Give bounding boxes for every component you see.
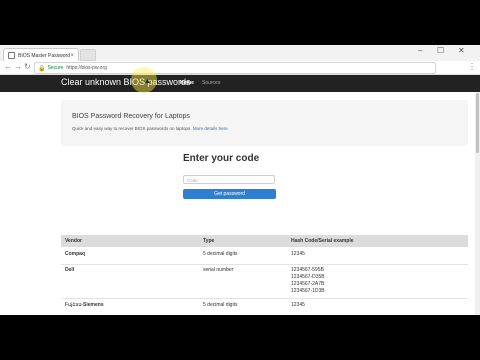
watermark-line3: MATIC — [66, 301, 82, 307]
close-tab-icon[interactable]: × — [70, 53, 74, 59]
table-cell-vendor: Compaq — [65, 251, 85, 257]
row-divider — [61, 298, 468, 299]
header-type: Type — [203, 238, 215, 244]
get-password-button[interactable]: Get password — [183, 189, 276, 199]
maximize-icon[interactable]: ☐ — [437, 46, 444, 55]
new-tab-button[interactable] — [80, 49, 96, 61]
address-bar[interactable]: 🔒 Secure https://bios-pw.org — [34, 62, 436, 74]
url-text: https://bios-pw.org — [66, 65, 107, 71]
table-header: Vendor Type Hash Code/Serial example — [61, 235, 468, 247]
hero-text: Quick and easy way to recover BIOS passw… — [72, 126, 192, 131]
site-brand[interactable]: Clear unknown BIOS passwords — [61, 77, 191, 87]
browser-toolbar: ← → ↻ 🔒 Secure https://bios-pw.org ⋮ — [0, 61, 480, 75]
row-divider — [61, 264, 468, 265]
page-icon — [8, 52, 15, 59]
table-cell-vendor: Dell — [65, 267, 75, 273]
form-title: Enter your code — [183, 153, 260, 164]
hero-title: BIOS Password Recovery for Laptops — [72, 113, 190, 120]
code-input[interactable]: Code — [183, 175, 275, 184]
browser-menu-icon[interactable]: ⋮ — [468, 62, 476, 71]
table-cell-example: 1234567-595B — [291, 267, 324, 273]
watermark-line2: SCREENCAST — [4, 299, 58, 306]
table-cell-example: 1234567-D35B — [291, 274, 325, 280]
tab-strip: BIOS Master Password G × – ☐ ✕ — [0, 45, 480, 62]
mouse-cursor-icon: ▲ — [144, 78, 151, 85]
table-cell-example: 12345 — [291, 302, 305, 308]
browser-tab[interactable]: BIOS Master Password G × — [3, 48, 79, 62]
table-cell-example: 1234567-2A7B — [291, 281, 325, 287]
table-cell-example: 1234567-1D3B — [291, 288, 325, 294]
nav-home[interactable]: Home — [180, 80, 194, 86]
table-cell-type: 5 decimal digits — [203, 302, 238, 308]
header-vendor: Vendor — [65, 238, 82, 244]
more-details-link[interactable]: More details here. — [193, 126, 229, 131]
hero-panel: BIOS Password Recovery for Laptops Quick… — [61, 100, 468, 146]
watermark-line1: Recorded with — [4, 292, 36, 298]
hero-description: Quick and easy way to recover BIOS passw… — [72, 126, 229, 131]
reload-icon[interactable]: ↻ — [24, 62, 31, 71]
table-cell-type: serial number — [203, 267, 234, 273]
header-example: Hash Code/Serial example — [291, 238, 354, 244]
nav-sources[interactable]: Sources — [202, 80, 220, 86]
site-header: Clear unknown BIOS passwords Home Source… — [0, 75, 480, 92]
tab-title: BIOS Master Password G — [18, 52, 71, 59]
close-window-icon[interactable]: ✕ — [458, 46, 465, 55]
back-icon[interactable]: ← — [4, 62, 12, 71]
lock-icon: 🔒 — [38, 65, 46, 72]
forward-icon[interactable]: → — [14, 62, 22, 71]
browser-window: BIOS Master Password G × – ☐ ✕ ← → ↻ 🔒 S… — [0, 45, 480, 315]
minimize-icon[interactable]: – — [418, 46, 422, 55]
scrollbar-thumb[interactable] — [476, 93, 479, 153]
table-cell-example: 12345 — [291, 251, 305, 257]
table-cell-type: 5 decimal digits — [203, 251, 238, 257]
watermark-logo-icon — [53, 296, 63, 306]
secure-label: Secure — [47, 65, 64, 71]
